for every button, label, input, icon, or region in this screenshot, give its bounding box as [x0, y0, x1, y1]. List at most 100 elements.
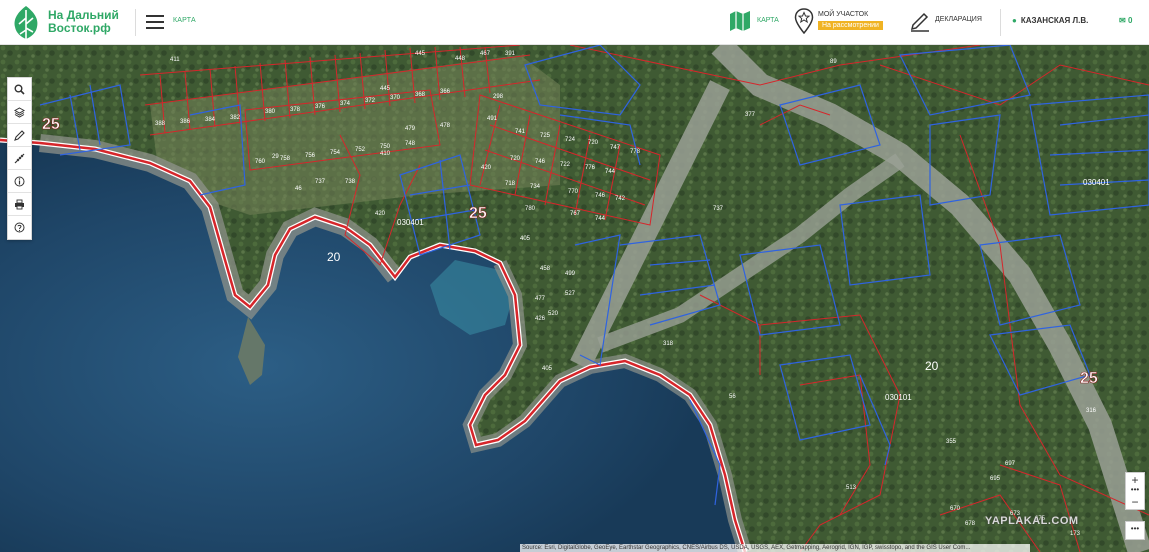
user-icon: ● — [1012, 16, 1017, 25]
cadastral-code: 030101 — [885, 393, 912, 402]
hamburger-line — [146, 15, 164, 17]
lot-label: 377 — [745, 112, 756, 118]
lot-label: 56 — [729, 394, 736, 400]
map-view[interactable]: 388 386 384 382 380 378 376 374 372 370 368 366 7… — [0, 45, 1149, 552]
hamburger-line — [146, 27, 164, 29]
star-pin-icon — [794, 8, 814, 35]
lot-label: 318 — [663, 341, 674, 347]
user-account[interactable]: ● КАЗАНСКАЯ Л.В. — [1012, 16, 1088, 25]
lot-label: 411 — [170, 57, 180, 63]
svg-text:380: 380 — [265, 109, 276, 115]
menu-button[interactable] — [146, 15, 164, 29]
svg-text:384: 384 — [205, 117, 216, 123]
help-tool-button[interactable] — [8, 216, 31, 239]
lot-label: 355 — [946, 439, 957, 445]
layers-tool-button[interactable] — [8, 101, 31, 124]
svg-text:477: 477 — [535, 296, 546, 302]
svg-text:758: 758 — [280, 156, 291, 162]
search-tool-button[interactable] — [8, 78, 31, 101]
svg-text:410: 410 — [380, 151, 391, 157]
logo[interactable]: На Дальний Восток.рф — [9, 4, 129, 42]
map-toolbar — [7, 77, 32, 240]
svg-text:742: 742 — [615, 196, 626, 202]
svg-text:678: 678 — [965, 521, 976, 527]
measure-tool-button[interactable] — [8, 147, 31, 170]
zone-label: 25 — [42, 116, 60, 133]
svg-text:520: 520 — [548, 311, 559, 317]
map-attribution: Source: Esri, DigitalGlobe, GeoEye, Eart… — [520, 544, 1030, 552]
svg-text:738: 738 — [345, 179, 356, 185]
leaf-logo-icon — [14, 6, 38, 39]
pencil-icon — [910, 12, 929, 32]
logo-text: На Дальний Восток.рф — [48, 9, 119, 35]
svg-text:467: 467 — [480, 51, 491, 57]
svg-text:744: 744 — [595, 216, 606, 222]
info-tool-button[interactable] — [8, 170, 31, 193]
svg-text:722: 722 — [560, 162, 571, 168]
svg-text:760: 760 — [255, 159, 266, 165]
svg-text:750: 750 — [380, 144, 391, 150]
print-tool-button[interactable] — [8, 193, 31, 216]
svg-text:46: 46 — [295, 186, 302, 192]
lot-label: 29 — [272, 154, 279, 160]
cadastral-code: 030401 — [397, 218, 424, 227]
lot-label: 737 — [713, 206, 724, 212]
info-icon — [14, 176, 25, 186]
more-options-button[interactable]: ••• — [1125, 521, 1145, 540]
svg-text:767: 767 — [570, 211, 581, 217]
nav-declaration[interactable]: ДЕКЛАРАЦИЯ — [910, 10, 982, 37]
nav-my-plot[interactable]: МОЙ УЧАСТОК На рассмотрении — [794, 8, 883, 39]
svg-text:366: 366 — [440, 89, 451, 95]
svg-text:718: 718 — [505, 181, 516, 187]
svg-text:370: 370 — [390, 95, 401, 101]
nav-my-plot-label: МОЙ УЧАСТОК — [818, 11, 869, 18]
svg-text:752: 752 — [355, 147, 366, 153]
status-badge: На рассмотрении — [818, 21, 883, 30]
lot-label: 89 — [830, 59, 837, 65]
svg-text:420: 420 — [375, 211, 386, 217]
svg-text:748: 748 — [405, 141, 416, 147]
svg-text:770: 770 — [568, 189, 579, 195]
svg-text:445: 445 — [415, 51, 426, 57]
messages-button[interactable]: ✉ 0 — [1119, 16, 1132, 25]
menu-label[interactable]: КАРТА — [173, 17, 196, 24]
top-navigation-bar: На Дальний Восток.рф КАРТА КАРТА МОЙ УЧА… — [0, 0, 1149, 45]
zoom-slider-handle[interactable]: ••• — [1126, 486, 1144, 495]
svg-text:737: 737 — [315, 179, 326, 185]
svg-text:448: 448 — [455, 56, 466, 62]
zoom-out-button[interactable]: − — [1126, 495, 1144, 509]
svg-text:747: 747 — [610, 145, 621, 151]
layers-icon — [14, 106, 25, 118]
divider — [1000, 9, 1001, 36]
lot-label: 405 — [542, 366, 553, 372]
nav-map[interactable]: КАРТА — [729, 10, 779, 32]
svg-text:734: 734 — [530, 184, 541, 190]
svg-text:778: 778 — [630, 149, 641, 155]
svg-text:479: 479 — [405, 126, 416, 132]
svg-text:382: 382 — [230, 115, 241, 121]
svg-text:756: 756 — [305, 153, 316, 159]
svg-text:445: 445 — [380, 86, 391, 92]
svg-text:725: 725 — [540, 133, 551, 139]
map-icon — [730, 11, 750, 31]
hamburger-line — [146, 21, 164, 23]
svg-text:670: 670 — [950, 506, 961, 512]
svg-text:386: 386 — [180, 119, 191, 125]
envelope-icon: ✉ — [1119, 16, 1126, 25]
lot-label: 20 — [925, 359, 939, 373]
svg-text:697: 697 — [1005, 461, 1016, 467]
cadastral-code: 030401 — [1083, 178, 1110, 187]
nav-map-label: КАРТА — [757, 17, 779, 24]
user-name: КАЗАНСКАЯ Л.В. — [1020, 16, 1089, 25]
draw-tool-button[interactable] — [8, 124, 31, 147]
satellite-map[interactable]: 388 386 384 382 380 378 376 374 372 370 368 366 7… — [0, 45, 1149, 552]
svg-text:388: 388 — [155, 121, 166, 127]
svg-text:746: 746 — [595, 193, 606, 199]
lot-label: 20 — [327, 250, 341, 264]
lot-label: 420 — [481, 165, 492, 171]
svg-text:499: 499 — [565, 271, 576, 277]
svg-text:695: 695 — [990, 476, 1001, 482]
svg-text:744: 744 — [605, 169, 616, 175]
zone-label: 25 — [1080, 370, 1098, 387]
nav-declaration-label: ДЕКЛАРАЦИЯ — [935, 16, 982, 23]
